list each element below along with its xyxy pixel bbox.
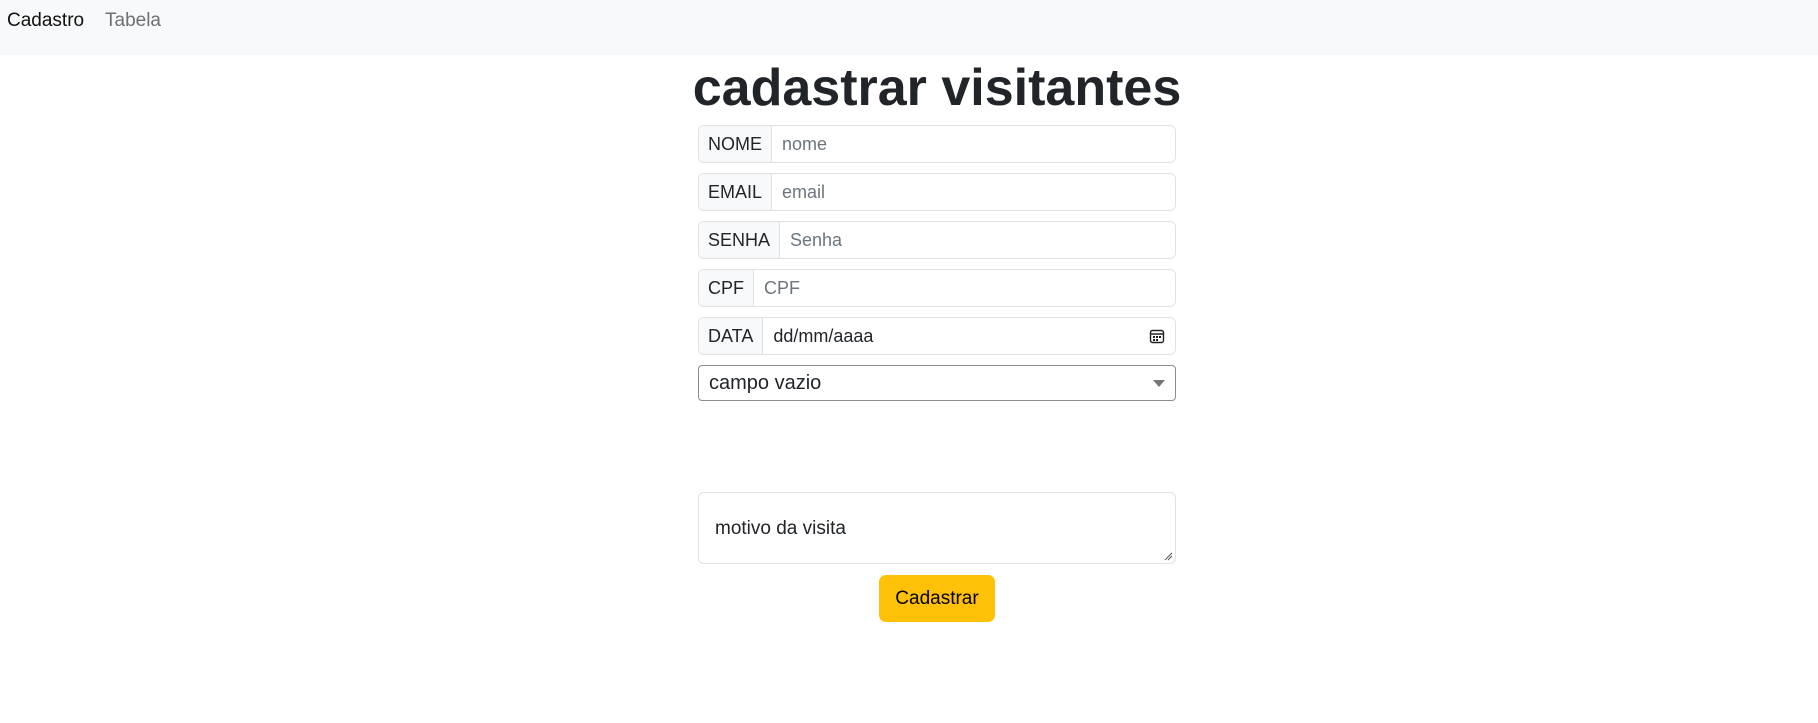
email-input[interactable] xyxy=(772,174,1175,210)
visitor-form: NOME EMAIL SENHA CPF DATA dd/mm/aaaa xyxy=(698,125,1176,401)
motivo-textarea[interactable]: motivo da visita xyxy=(698,492,1176,564)
nome-group: NOME xyxy=(698,125,1176,163)
nav-brand-cadastro[interactable]: Cadastro xyxy=(7,10,84,32)
navbar: Cadastro Tabela xyxy=(0,0,1818,55)
cadastrar-button[interactable]: Cadastrar xyxy=(879,575,995,622)
nome-label: NOME xyxy=(699,126,772,162)
date-value: dd/mm/aaaa xyxy=(773,325,874,346)
cpf-group: CPF xyxy=(698,269,1176,307)
senha-label: SENHA xyxy=(699,222,781,258)
page-title: cadastrar visitantes xyxy=(692,59,1182,117)
data-group: DATA dd/mm/aaaa xyxy=(698,317,1176,355)
senha-input[interactable] xyxy=(780,222,1175,258)
select-value: campo vazio xyxy=(709,371,822,394)
nav-link-tabela[interactable]: Tabela xyxy=(105,10,161,32)
motivo-placeholder: motivo da visita xyxy=(715,518,846,539)
date-input[interactable]: dd/mm/aaaa xyxy=(763,318,1175,354)
visit-select[interactable]: campo vazio xyxy=(698,365,1176,401)
senha-group: SENHA xyxy=(698,221,1176,259)
resize-handle-icon[interactable] xyxy=(1163,551,1173,561)
nome-input[interactable] xyxy=(772,126,1175,162)
email-label: EMAIL xyxy=(699,174,773,210)
data-label: DATA xyxy=(699,318,764,354)
calendar-icon[interactable] xyxy=(1149,328,1165,344)
cpf-input[interactable] xyxy=(754,270,1175,306)
email-group: EMAIL xyxy=(698,173,1176,211)
chevron-down-icon xyxy=(1153,379,1165,387)
cpf-label: CPF xyxy=(699,270,754,306)
